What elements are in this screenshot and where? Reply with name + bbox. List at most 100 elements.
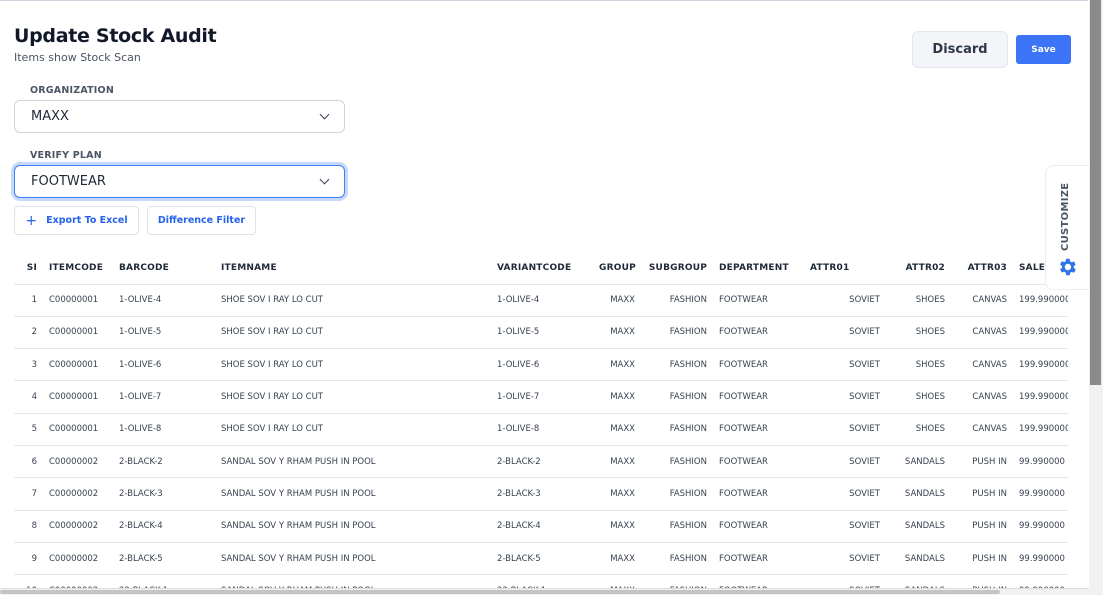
- cell-itemcode: C00000002: [43, 542, 113, 576]
- cell-sale: 99.990000: [1013, 510, 1068, 543]
- cell-subgroup: FASHION: [641, 284, 713, 317]
- cell-attr03: CANVAS: [951, 284, 1013, 317]
- cell-group: MAXX: [593, 284, 641, 317]
- page-subtitle: Items show Stock Scan: [14, 51, 141, 64]
- cell-attr03: PUSH IN: [951, 510, 1013, 543]
- cell-itemname: SANDAL SOV Y RHAM PUSH IN POOL: [215, 542, 491, 576]
- table-row[interactable]: 8 C00000002 2-BLACK-4 SANDAL SOV Y RHAM PUS…: [14, 510, 1068, 543]
- cell-barcode: 2-BLACK-5: [113, 542, 215, 576]
- column-header-attr03[interactable]: ATTR03: [951, 253, 1013, 285]
- cell-attr01: SOVIET: [804, 316, 886, 350]
- vertical-scrollbar-thumb[interactable]: [1090, 0, 1101, 385]
- cell-si: 9: [14, 542, 43, 576]
- column-header-department[interactable]: DEPARTMENT: [713, 253, 804, 285]
- cell-group: MAXX: [593, 316, 641, 350]
- table-row[interactable]: 9 C00000002 2-BLACK-5 SANDAL SOV Y RHAM PUS…: [14, 542, 1068, 576]
- discard-button[interactable]: Discard: [912, 31, 1008, 68]
- cell-subgroup: FASHION: [641, 445, 713, 479]
- cell-attr01: SOVIET: [804, 445, 886, 479]
- cell-group: MAXX: [593, 413, 641, 446]
- table-row[interactable]: 1 C00000001 1-OLIVE-4 SHOE SOV I RAY LO CUT…: [14, 284, 1068, 317]
- table-header-row: SI ITEMCODE BARCODE ITEMNAME VARIANTCODE GROU…: [14, 253, 1068, 285]
- cell-attr03: CANVAS: [951, 380, 1013, 414]
- column-header-group[interactable]: GROUP: [593, 253, 641, 285]
- save-button[interactable]: Save: [1016, 35, 1071, 64]
- cell-variantcode: 2-BLACK-2: [491, 445, 593, 479]
- cell-department: FOOTWEAR: [713, 348, 804, 382]
- column-header-si[interactable]: SI: [14, 253, 43, 285]
- cell-group: MAXX: [593, 510, 641, 543]
- table-row[interactable]: 4 C00000001 1-OLIVE-7 SHOE SOV I RAY LO CUT…: [14, 380, 1068, 414]
- cell-barcode: 1-OLIVE-5: [113, 316, 215, 350]
- cell-attr01: SOVIET: [804, 348, 886, 382]
- cell-sale: 199.990000: [1013, 316, 1068, 350]
- column-header-variantcode[interactable]: VARIANTCODE: [491, 253, 593, 285]
- column-header-attr01[interactable]: ATTR01: [804, 253, 886, 285]
- cell-subgroup: FASHION: [641, 542, 713, 576]
- cell-subgroup: FASHION: [641, 413, 713, 446]
- verify-plan-label: VERIFY PLAN: [30, 150, 102, 161]
- cell-sale: 199.990000: [1013, 348, 1068, 382]
- cell-department: FOOTWEAR: [713, 477, 804, 511]
- cell-itemname: SHOE SOV I RAY LO CUT: [215, 316, 491, 350]
- cell-variantcode: 2-BLACK-3: [491, 477, 593, 511]
- organization-label: ORGANIZATION: [30, 85, 114, 96]
- cell-si: 3: [14, 348, 43, 382]
- export-label: Export To Excel: [46, 215, 128, 226]
- cell-variantcode: 1-OLIVE-6: [491, 348, 593, 382]
- table-row[interactable]: 3 C00000001 1-OLIVE-6 SHOE SOV I RAY LO CUT…: [14, 348, 1068, 382]
- export-to-excel-button[interactable]: + Export To Excel: [14, 206, 139, 235]
- items-table: SI ITEMCODE BARCODE ITEMNAME VARIANTCODE GROU…: [14, 253, 1068, 590]
- cell-attr03: CANVAS: [951, 316, 1013, 350]
- cell-attr03: PUSH IN: [951, 542, 1013, 576]
- column-header-subgroup[interactable]: SUBGROUP: [641, 253, 713, 285]
- cell-attr02: SHOES: [886, 348, 951, 382]
- cell-attr03: PUSH IN: [951, 445, 1013, 479]
- column-header-attr02[interactable]: ATTR02: [886, 253, 951, 285]
- cell-barcode: 1-OLIVE-8: [113, 413, 215, 446]
- cell-si: 1: [14, 284, 43, 317]
- column-header-itemname[interactable]: ITEMNAME: [215, 253, 491, 285]
- column-header-barcode[interactable]: BARCODE: [113, 253, 215, 285]
- cell-sale: 199.990000: [1013, 380, 1068, 414]
- cell-attr02: SHOES: [886, 413, 951, 446]
- cell-barcode: 2-BLACK-4: [113, 510, 215, 543]
- verify-plan-value: FOOTWEAR: [31, 174, 106, 189]
- cell-attr03: CANVAS: [951, 348, 1013, 382]
- customize-panel-tab[interactable]: CUSTOMIZE: [1045, 165, 1089, 290]
- cell-attr01: SOVIET: [804, 477, 886, 511]
- cell-itemname: SANDAL SOV Y RHAM PUSH IN POOL: [215, 477, 491, 511]
- cell-itemcode: C00000001: [43, 380, 113, 414]
- cell-itemname: SHOE SOV I RAY LO CUT: [215, 284, 491, 317]
- table-row[interactable]: 6 C00000002 2-BLACK-2 SANDAL SOV Y RHAM PUS…: [14, 445, 1068, 479]
- cell-variantcode: 1-OLIVE-8: [491, 413, 593, 446]
- difference-filter-button[interactable]: Difference Filter: [147, 206, 256, 235]
- cell-department: FOOTWEAR: [713, 413, 804, 446]
- cell-itemname: SHOE SOV I RAY LO CUT: [215, 380, 491, 414]
- customize-label: CUSTOMIZE: [1060, 182, 1071, 251]
- column-header-itemcode[interactable]: ITEMCODE: [43, 253, 113, 285]
- cell-attr02: SHOES: [886, 284, 951, 317]
- table-row[interactable]: 5 C00000001 1-OLIVE-8 SHOE SOV I RAY LO CUT…: [14, 413, 1068, 446]
- cell-itemcode: C00000002: [43, 510, 113, 543]
- cell-attr02: SANDALS: [886, 510, 951, 543]
- cell-attr02: SHOES: [886, 380, 951, 414]
- cell-sale: 199.990000: [1013, 413, 1068, 446]
- organization-select[interactable]: MAXX: [14, 100, 345, 133]
- cell-itemname: SANDAL SOV Y RHAM PUSH IN POOL: [215, 510, 491, 543]
- cell-group: MAXX: [593, 445, 641, 479]
- cell-group: MAXX: [593, 348, 641, 382]
- cell-attr01: SOVIET: [804, 542, 886, 576]
- gear-icon: [1060, 258, 1076, 276]
- cell-department: FOOTWEAR: [713, 284, 804, 317]
- cell-subgroup: FASHION: [641, 510, 713, 543]
- cell-si: 7: [14, 477, 43, 511]
- verify-plan-select[interactable]: FOOTWEAR: [14, 165, 345, 198]
- cell-barcode: 2-BLACK-3: [113, 477, 215, 511]
- table-row[interactable]: 2 C00000001 1-OLIVE-5 SHOE SOV I RAY LO CUT…: [14, 316, 1068, 350]
- table-row[interactable]: 7 C00000002 2-BLACK-3 SANDAL SOV Y RHAM PUS…: [14, 477, 1068, 511]
- cell-attr03: PUSH IN: [951, 477, 1013, 511]
- cell-si: 6: [14, 445, 43, 479]
- plus-icon: +: [25, 212, 38, 229]
- horizontal-scrollbar-thumb[interactable]: [0, 590, 1000, 594]
